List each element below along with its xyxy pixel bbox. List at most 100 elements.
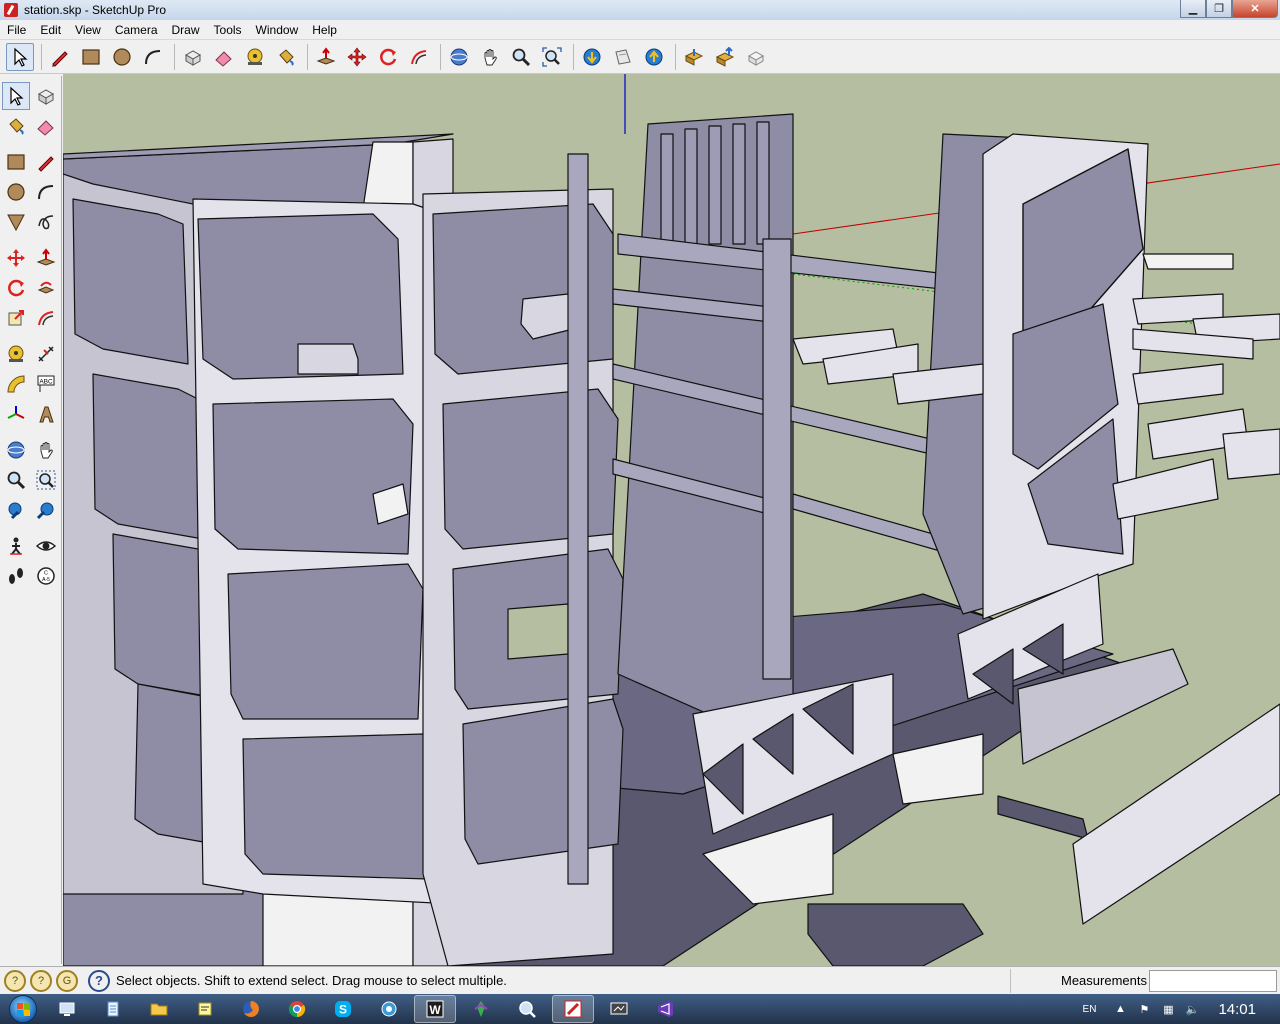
select-tool-button[interactable] xyxy=(2,82,30,110)
help-icon[interactable]: ? xyxy=(88,969,110,992)
taskbar-word[interactable]: W xyxy=(414,995,456,1023)
select-tool-button[interactable] xyxy=(6,42,34,71)
menu-window[interactable]: Window xyxy=(249,23,306,37)
freehand-tool-button[interactable] xyxy=(32,208,60,236)
follow-me-tool-button[interactable] xyxy=(32,274,60,302)
arc-icon xyxy=(145,49,161,64)
move-tool-button[interactable] xyxy=(2,244,30,272)
circle-tool-button[interactable] xyxy=(108,43,136,71)
offset-tool-button[interactable] xyxy=(32,304,60,332)
windows-taskbar: S W EN ▲ ⚑ ▦ 🔈 14:01 xyxy=(0,994,1280,1024)
taskbar-visual-studio[interactable] xyxy=(644,995,686,1023)
zoom-tool-button[interactable] xyxy=(2,466,30,494)
line-tool-button[interactable] xyxy=(46,43,74,71)
taskbar-sticky-notes[interactable] xyxy=(184,995,226,1023)
push-pull-tool-button[interactable] xyxy=(32,244,60,272)
pan-tool-button[interactable] xyxy=(32,436,60,464)
zoom-extents-tool-button[interactable] xyxy=(32,496,60,524)
toolbar-separator xyxy=(41,43,42,70)
share-component-button[interactable] xyxy=(711,43,739,71)
taskbar-chrome[interactable] xyxy=(276,995,318,1023)
menu-camera[interactable]: Camera xyxy=(108,23,165,37)
menu-view[interactable]: View xyxy=(68,23,108,37)
arc-tool-button[interactable] xyxy=(139,43,167,71)
station-3d-model[interactable] xyxy=(63,74,1280,966)
taskbar-network-tool[interactable] xyxy=(368,995,410,1023)
scale-tool-button[interactable] xyxy=(2,304,30,332)
menu-draw[interactable]: Draw xyxy=(165,23,207,37)
offset-tool-button[interactable] xyxy=(405,43,433,71)
polygon-tool-button[interactable] xyxy=(2,208,30,236)
taskbar-notepad[interactable] xyxy=(92,995,134,1023)
previous-view-button[interactable] xyxy=(2,496,30,524)
line-tool-button[interactable] xyxy=(32,148,60,176)
upload-button[interactable] xyxy=(640,43,668,71)
pan-tool-button[interactable] xyxy=(476,43,504,71)
walk-tool-button[interactable] xyxy=(2,562,30,590)
arc-tool-button[interactable] xyxy=(32,178,60,206)
sign-in-icon[interactable]: G xyxy=(56,969,78,992)
section-plane-tool-button[interactable]: C A-5 xyxy=(32,562,60,590)
rectangle-tool-button[interactable] xyxy=(77,43,105,71)
taskbar-show-desktop[interactable] xyxy=(46,995,88,1023)
paint-bucket-tool-button[interactable] xyxy=(2,112,30,140)
get-photo-texture-button[interactable] xyxy=(680,43,708,71)
large-tool-set-palette: ABC C A-5 xyxy=(0,76,62,964)
close-button[interactable]: ✕ xyxy=(1232,0,1278,18)
rotate-tool-button[interactable] xyxy=(374,43,402,71)
position-camera-tool-button[interactable] xyxy=(2,532,30,560)
menu-help[interactable]: Help xyxy=(305,23,344,37)
taskbar-firefox[interactable] xyxy=(230,995,272,1023)
minimize-button[interactable]: ▁ xyxy=(1180,0,1206,18)
make-component-button[interactable] xyxy=(32,82,60,110)
taskbar-search-app[interactable] xyxy=(506,995,548,1023)
rectangle-tool-button[interactable] xyxy=(2,148,30,176)
menu-file[interactable]: File xyxy=(0,23,33,37)
move-tool-button[interactable] xyxy=(343,43,371,71)
geo-location-icon[interactable]: ? xyxy=(4,969,26,992)
taskbar-skype[interactable]: S xyxy=(322,995,364,1023)
share-model-button[interactable] xyxy=(609,43,637,71)
tape-measure-tool-button[interactable] xyxy=(2,340,30,368)
3d-text-tool-button[interactable] xyxy=(32,400,60,428)
freehand-icon xyxy=(38,215,54,230)
dimension-tool-button[interactable] xyxy=(32,340,60,368)
taskbar-game-app[interactable] xyxy=(460,995,502,1023)
taskbar-explorer[interactable] xyxy=(138,995,180,1023)
orbit-tool-button[interactable] xyxy=(445,43,473,71)
taskbar-sketchup[interactable] xyxy=(552,995,594,1023)
action-center-icon[interactable]: ⚑ xyxy=(1136,1001,1152,1017)
maximize-button[interactable]: ❐ xyxy=(1206,0,1232,18)
orbit-tool-button[interactable] xyxy=(2,436,30,464)
look-around-tool-button[interactable] xyxy=(32,532,60,560)
zoom-window-tool-button[interactable] xyxy=(32,466,60,494)
preview-button[interactable] xyxy=(742,43,770,71)
eraser-tool-button[interactable] xyxy=(210,43,238,71)
text-tool-button[interactable]: ABC xyxy=(32,370,60,398)
clock[interactable]: 14:01 xyxy=(1218,1001,1256,1018)
eraser-tool-button[interactable] xyxy=(32,112,60,140)
start-button[interactable] xyxy=(0,994,46,1024)
protractor-tool-button[interactable] xyxy=(2,370,30,398)
tape-measure-tool-button[interactable] xyxy=(241,43,269,71)
language-indicator[interactable]: EN xyxy=(1083,1004,1097,1015)
taskbar-screen-tool[interactable] xyxy=(598,995,640,1023)
show-hidden-icons-icon[interactable]: ▲ xyxy=(1112,1001,1128,1017)
credits-icon[interactable]: ? xyxy=(30,969,52,992)
network-icon[interactable]: ▦ xyxy=(1160,1001,1176,1017)
zoom-tool-button[interactable] xyxy=(507,43,535,71)
push-pull-tool-button[interactable] xyxy=(312,43,340,71)
get-models-button[interactable] xyxy=(578,43,606,71)
network-tool-icon xyxy=(381,1001,397,1017)
menu-tools[interactable]: Tools xyxy=(207,23,249,37)
drawing-viewport[interactable] xyxy=(63,74,1280,966)
make-component-button[interactable] xyxy=(179,43,207,71)
volume-icon[interactable]: 🔈 xyxy=(1184,1001,1200,1017)
measurements-input[interactable] xyxy=(1149,970,1277,992)
paint-bucket-tool-button[interactable] xyxy=(272,43,300,71)
menu-edit[interactable]: Edit xyxy=(33,23,68,37)
circle-tool-button[interactable] xyxy=(2,178,30,206)
rotate-tool-button[interactable] xyxy=(2,274,30,302)
zoom-extents-tool-button[interactable] xyxy=(538,43,566,71)
axes-tool-button[interactable] xyxy=(2,400,30,428)
